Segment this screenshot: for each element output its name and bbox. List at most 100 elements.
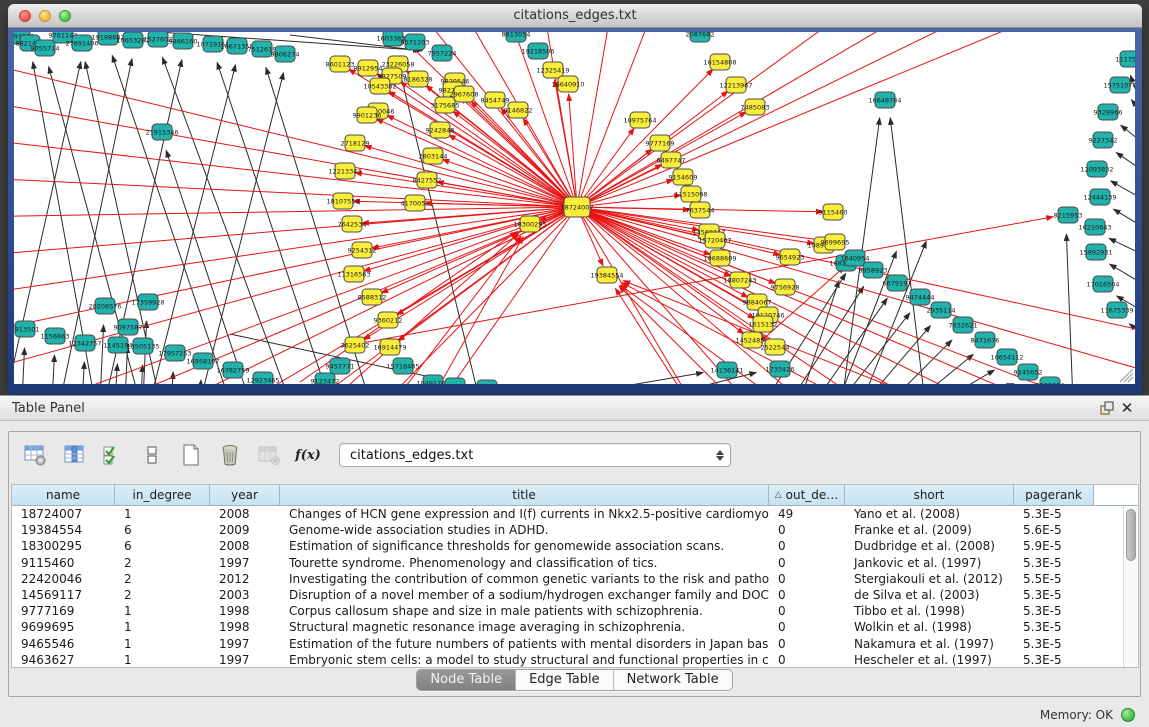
table-cell: 0 <box>769 588 845 602</box>
table-cell: Stergiakouli et al. (2012) <box>845 572 1014 586</box>
column-header-name[interactable]: name <box>12 485 115 505</box>
table-row[interactable]: 977716911998Corpus callosum shape and si… <box>12 603 1138 619</box>
graph-node-label: 9571203 <box>401 38 430 46</box>
table-row[interactable]: 1938455462009Genome-wide association stu… <box>12 522 1138 538</box>
table-tabs: Node TableEdge TableNetwork Table <box>9 669 1140 691</box>
new-column-icon[interactable] <box>179 443 203 467</box>
graph-node-label: 12444139 <box>1083 193 1116 201</box>
select-columns-icon[interactable] <box>101 443 125 467</box>
column-header-label: title <box>512 488 535 502</box>
graph-node-label: 7632621 <box>949 321 978 329</box>
close-window-button[interactable] <box>19 10 31 22</box>
show-columns-icon[interactable] <box>62 443 86 467</box>
column-header-label: short <box>914 488 945 502</box>
graph-node-label: 2087682 <box>686 32 715 38</box>
column-header-title[interactable]: title <box>280 485 769 505</box>
table-cell: 9465546 <box>12 637 115 651</box>
table-row[interactable]: 946554611997Estimation of the future num… <box>12 636 1138 652</box>
table-select-dropdown[interactable]: citations_edges.txt <box>339 443 731 467</box>
delete-columns-icon[interactable] <box>218 443 242 467</box>
table-row[interactable]: 911546021997Tourette syndrome. Phenomeno… <box>12 555 1138 571</box>
graph-node-label: 8471676 <box>971 336 1000 344</box>
column-header-pagerank[interactable]: pagerank <box>1014 485 1094 505</box>
network-canvas[interactable]: 1891212882147390557149761143276914061919… <box>14 32 1135 384</box>
close-panel-icon[interactable]: ✕ <box>1117 399 1137 417</box>
column-header-label: year <box>231 488 258 502</box>
graph-edge <box>560 373 703 384</box>
selected-rows-icon[interactable] <box>140 443 164 467</box>
column-header-label: in_degree <box>133 488 192 502</box>
table-cell: 0 <box>769 572 845 586</box>
graph-node-label: 1640954 <box>841 254 870 262</box>
graph-edge <box>115 364 117 384</box>
graph-node-label: 11675339 <box>1100 306 1133 314</box>
table-cell: 1997 <box>210 653 280 667</box>
table-row[interactable]: 1830029562008Estimation of significance … <box>12 538 1138 554</box>
graph-edge <box>1116 153 1135 174</box>
delete-table-icon[interactable] <box>257 443 281 467</box>
graph-node-label: 10543382 <box>363 82 396 90</box>
table-row[interactable]: 1456911722003Disruption of a novel membe… <box>12 587 1138 603</box>
function-builder-icon[interactable]: f(x) <box>296 443 320 467</box>
column-header-indegree[interactable]: in_degree <box>115 485 210 505</box>
graph-edge <box>1066 234 1073 384</box>
graph-node-label: 12342757 <box>68 339 101 347</box>
graph-node-label: 14136141 <box>710 366 743 374</box>
graph-node-label: 6497747 <box>657 156 686 164</box>
table-cell: 2009 <box>210 523 280 537</box>
table-cell: 0 <box>769 556 845 570</box>
table-cell: 5.3E-5 <box>1014 507 1094 521</box>
table-cell: Yano et al. (2008) <box>845 507 1014 521</box>
tab-node-table[interactable]: Node Table <box>417 670 516 690</box>
graph-node-label: 9361354 <box>1036 381 1065 384</box>
table-cell: 6 <box>115 539 210 553</box>
table-body: 1872400712008Changes of HCN gene express… <box>12 506 1138 668</box>
graph-node-label: 8813054 <box>502 32 531 38</box>
network-window: citations_edges.txt 18912128821473905571… <box>8 4 1142 394</box>
table-header-row: name in_degree year title △out_de… short pager… <box>12 485 1138 506</box>
table-cell: Embryonic stem cells: a model to study s… <box>280 653 769 667</box>
table-cell: 5.3E-5 <box>1014 653 1094 667</box>
window-titlebar[interactable]: citations_edges.txt <box>8 4 1142 28</box>
graph-node-label: 9756928 <box>771 283 800 291</box>
table-row[interactable]: 1872400712008Changes of HCN gene express… <box>12 506 1138 522</box>
memory-status-label: Memory: OK <box>1040 708 1113 722</box>
table-row[interactable]: 969969511998Structural magnetic resonanc… <box>12 619 1138 635</box>
table-cell: 5.9E-5 <box>1014 539 1094 553</box>
scrollbar-thumb[interactable] <box>1126 509 1136 561</box>
graph-edge <box>82 362 84 384</box>
graph-node-label: 9254312 <box>348 246 377 254</box>
graph-node-label: 1156863 <box>41 332 70 340</box>
graph-node-label: 12213343 <box>328 167 361 175</box>
tab-network-table[interactable]: Network Table <box>614 670 732 690</box>
graph-node-label: 2522544 <box>761 343 790 351</box>
table-cell: Dudbridge et al. (2008) <box>845 539 1014 553</box>
zoom-window-button[interactable] <box>59 10 71 22</box>
minimize-window-button[interactable] <box>39 10 51 22</box>
graph-node-label: 2803144 <box>419 152 448 160</box>
network-view-frame: 1891212882147390557149761143276914061919… <box>8 28 1142 394</box>
table-cell: 0 <box>769 637 845 651</box>
table-scrollbar[interactable] <box>1123 506 1138 667</box>
graph-node-label: 16958107 <box>186 357 219 365</box>
table-mode-icon[interactable] <box>23 443 47 467</box>
graph-node-label: 9884067 <box>743 298 772 306</box>
table-cell: 5.5E-5 <box>1014 572 1094 586</box>
graph-edge <box>890 118 925 384</box>
tab-edge-table[interactable]: Edge Table <box>516 670 613 690</box>
column-header-year[interactable]: year <box>210 485 280 505</box>
graph-node-label: 18107559 <box>326 197 359 205</box>
float-panel-icon[interactable] <box>1097 399 1117 417</box>
column-header-short[interactable]: short <box>845 485 1014 505</box>
table-cell: Estimation of significance thresholds fo… <box>280 539 769 553</box>
graph-node[interactable] <box>477 380 497 384</box>
column-header-outde[interactable]: △out_de… <box>769 485 845 505</box>
graph-node-label: 9245652 <box>1014 368 1043 376</box>
graph-edge <box>915 354 973 384</box>
graph-node-label: 7957224 <box>428 49 457 57</box>
graph-node-label: 9115460 <box>819 208 848 216</box>
table-row[interactable]: 946362711997Embryonic stem cells: a mode… <box>12 652 1138 668</box>
graph-node-label: 9462734 <box>441 382 470 384</box>
graph-node-label: 8601123 <box>326 60 355 68</box>
table-row[interactable]: 2242004622012Investigating the contribut… <box>12 571 1138 587</box>
